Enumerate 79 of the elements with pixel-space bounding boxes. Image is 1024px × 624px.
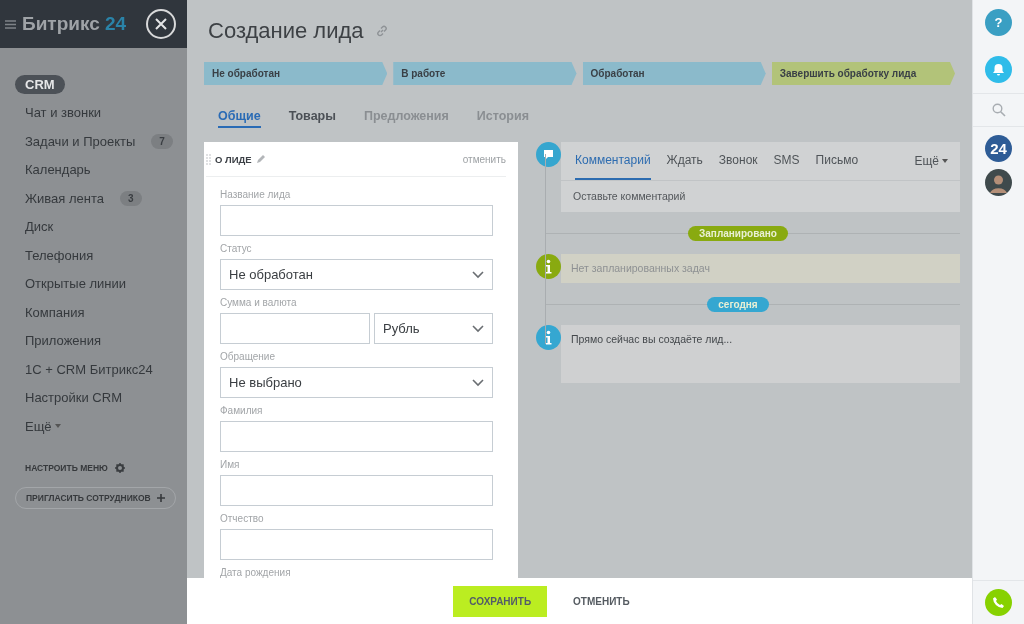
logo-text: Битрикс 24 <box>22 13 128 35</box>
menu-item[interactable]: Ещё <box>15 418 71 434</box>
select-field[interactable]: Рубль <box>374 313 493 344</box>
menu-item[interactable]: Компания <box>15 304 95 320</box>
configure-menu-link[interactable]: НАСТРОИТЬ МЕНЮ <box>25 462 108 473</box>
drag-handle-icon[interactable] <box>206 153 211 165</box>
tab[interactable]: Комментарий <box>575 142 651 180</box>
save-button[interactable]: СОХРАНИТЬ <box>453 585 548 617</box>
stage-step[interactable]: Обработан <box>582 62 766 85</box>
menu-item[interactable]: Телефония <box>15 247 104 263</box>
input-field[interactable] <box>220 529 493 560</box>
cancel-button[interactable]: ОТМЕНИТЬ <box>557 585 646 617</box>
menu-item[interactable]: Диск <box>15 219 64 235</box>
tab[interactable]: Звонок <box>718 142 758 180</box>
comment-field[interactable]: Оставьте комментарий <box>561 181 960 212</box>
search-icon[interactable] <box>991 103 1006 117</box>
tab[interactable]: SMS <box>773 142 800 180</box>
info-icon <box>536 254 561 279</box>
select-field[interactable]: Не обработан <box>220 259 493 290</box>
plus-icon <box>156 493 165 502</box>
stage-step[interactable]: В работе <box>393 62 577 85</box>
tab[interactable]: Общие <box>218 109 261 128</box>
chevron-icon <box>472 324 484 333</box>
field-label: Дата рождения <box>220 567 292 578</box>
phone-icon <box>992 596 1005 609</box>
input-field[interactable] <box>220 421 493 452</box>
close-icon <box>155 18 167 30</box>
timeline-item: Нет запланированных задач <box>561 254 960 283</box>
menu-item[interactable]: 1С + CRM Битрикс24 <box>15 361 163 377</box>
tab[interactable]: Товары <box>288 109 336 128</box>
input-field[interactable] <box>220 205 493 236</box>
menu-item[interactable]: Чат и звонки <box>15 105 112 121</box>
phone-button[interactable] <box>985 589 1012 616</box>
menu-item[interactable]: Настройки CRM <box>15 390 132 406</box>
stage-step[interactable]: Завершить обработку лида <box>771 62 955 85</box>
field-label: Статус <box>220 243 253 256</box>
field-label: Имя <box>220 459 241 472</box>
page-title: Создание лида <box>208 18 364 44</box>
section-title: О ЛИДЕ <box>215 153 252 165</box>
menu-item[interactable]: Календарь <box>15 162 101 178</box>
menu-item[interactable]: Живая лента <box>15 190 114 206</box>
field-label: Фамилия <box>220 405 264 418</box>
menu-item[interactable]: Задачи и Проекты <box>15 133 146 149</box>
notifications-button[interactable] <box>985 56 1012 83</box>
date-badge: сегодня <box>707 296 769 312</box>
info-icon <box>536 325 561 350</box>
more-menu[interactable]: Ещё <box>914 154 948 168</box>
app-counter-button[interactable]: 24 <box>985 135 1012 162</box>
counter-badge: 7 <box>151 133 173 149</box>
field-label: Сумма и валюта <box>220 297 298 310</box>
chevron-icon <box>472 270 484 279</box>
stage-step[interactable]: Не обработан <box>204 62 388 85</box>
pencil-icon[interactable] <box>255 154 265 164</box>
avatar-icon[interactable] <box>985 169 1012 196</box>
comment-icon <box>536 142 561 167</box>
cancel-link[interactable]: отменить <box>462 153 506 165</box>
bell-icon <box>992 63 1005 76</box>
gear-icon[interactable] <box>114 462 125 473</box>
close-button[interactable] <box>146 9 176 39</box>
menu-item[interactable]: Приложения <box>15 333 112 349</box>
date-badge: Запланировано <box>688 225 788 241</box>
caret-icon <box>54 424 61 429</box>
timeline-item: Прямо сейчас вы создаёте лид... <box>561 325 960 383</box>
select-field[interactable]: Не выбрано <box>220 367 493 398</box>
link-icon[interactable] <box>375 25 388 37</box>
chevron-icon <box>472 378 484 387</box>
field-label: Обращение <box>220 351 276 364</box>
counter-badge: 3 <box>119 190 142 206</box>
field-label: Название лида <box>220 189 292 202</box>
menu-item[interactable]: CRM <box>15 74 65 94</box>
field-label: Отчество <box>220 513 265 526</box>
caret-icon <box>942 159 948 163</box>
menu-icon[interactable] <box>5 19 16 29</box>
input-field[interactable] <box>220 313 370 344</box>
tab[interactable]: Письмо <box>815 142 859 180</box>
tab[interactable]: Ждать <box>666 142 703 180</box>
help-button[interactable]: ? <box>985 9 1012 36</box>
input-field[interactable] <box>220 475 493 506</box>
menu-item[interactable]: Открытые линии <box>15 276 137 292</box>
